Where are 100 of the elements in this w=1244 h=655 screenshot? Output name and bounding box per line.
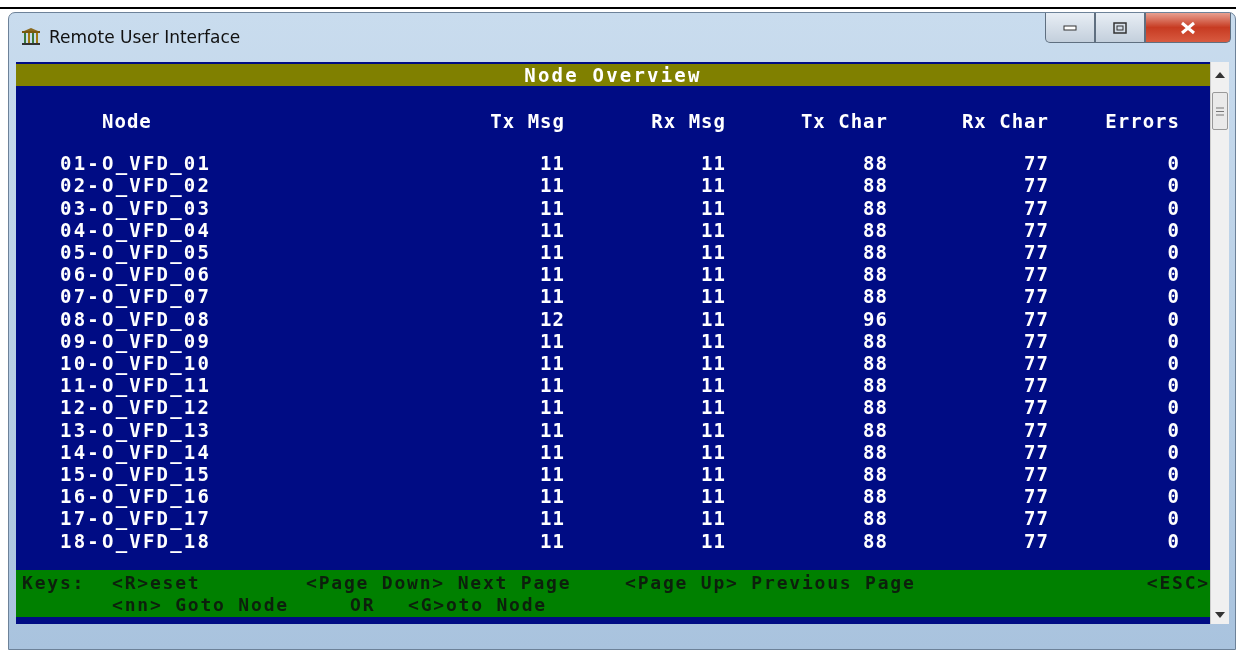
row-number: 02- bbox=[60, 174, 102, 197]
table-cell-text: 0 bbox=[1166, 241, 1180, 264]
table-cell-text: 96 bbox=[862, 307, 888, 330]
scrollbar[interactable] bbox=[1210, 62, 1229, 624]
key-hint: <ESC> bbox=[1146, 572, 1210, 594]
maximize-button[interactable] bbox=[1095, 13, 1145, 43]
table-cell-text: O_VFD_08 bbox=[102, 307, 213, 330]
table-cell-text: 88 bbox=[862, 285, 888, 308]
table-cell-text: O_VFD_17 bbox=[102, 507, 213, 530]
key-hint: <nn> Goto Node bbox=[112, 594, 290, 616]
table-cell-text: O_VFD_15 bbox=[102, 463, 213, 486]
table-cell-text: 88 bbox=[862, 418, 888, 441]
close-icon bbox=[1180, 20, 1196, 35]
table-cell-text: 11 bbox=[700, 463, 726, 486]
table-cell-text: 0 bbox=[1166, 218, 1180, 241]
row-number: 13- bbox=[60, 418, 102, 441]
table-cell-text: 11 bbox=[700, 507, 726, 530]
table-cell-text: 11 bbox=[700, 352, 726, 375]
table-cell-text: 77 bbox=[1023, 440, 1049, 464]
table-cell-text: 88 bbox=[862, 241, 888, 264]
table-cell-text: 77 bbox=[1023, 241, 1049, 264]
table-cell-text: 0 bbox=[1166, 174, 1180, 197]
table-cell-text: 12 bbox=[539, 307, 565, 330]
table-cell-text: 77 bbox=[1023, 463, 1049, 486]
scrollbar-thumb[interactable] bbox=[1212, 92, 1228, 130]
table-cell-text: 11 bbox=[700, 174, 726, 197]
table-cell-text: 11 bbox=[539, 174, 565, 197]
table-cell-text: 88 bbox=[862, 485, 888, 508]
row-number: 17- bbox=[60, 507, 102, 530]
table-cell-text: 11 bbox=[539, 418, 565, 441]
table-cell-text: 77 bbox=[1023, 218, 1049, 241]
table-cell-text: O_VFD_01 bbox=[102, 152, 213, 175]
table-cell-text: 0 bbox=[1166, 263, 1180, 286]
table-cell-text: 11 bbox=[539, 285, 565, 308]
table-cell-text: 0 bbox=[1166, 285, 1180, 308]
table-cell-text: 88 bbox=[862, 196, 888, 219]
table-cell-text: 0 bbox=[1166, 396, 1180, 419]
table-cell-text: 11 bbox=[539, 196, 565, 219]
minimize-button[interactable] bbox=[1045, 13, 1095, 43]
column-header: Rx Char bbox=[960, 110, 1049, 133]
column-header: Errors bbox=[1104, 110, 1180, 133]
table-cell-text: 77 bbox=[1023, 329, 1049, 353]
table-cell-text: 11 bbox=[700, 196, 726, 219]
table-cell-text: 0 bbox=[1166, 307, 1180, 330]
row-number: 15- bbox=[60, 463, 102, 486]
table-cell-text: 0 bbox=[1166, 440, 1180, 464]
table-cell-text: 0 bbox=[1166, 152, 1180, 175]
down-arrow-icon[interactable] bbox=[1215, 612, 1225, 618]
table-cell-text: O_VFD_07 bbox=[102, 285, 213, 308]
column-header: Tx Msg bbox=[489, 110, 565, 133]
table-cell-text: 0 bbox=[1166, 196, 1180, 219]
key-hint: OR bbox=[350, 594, 377, 616]
row-number: 12- bbox=[60, 396, 102, 419]
table-cell-text: 11 bbox=[700, 374, 726, 397]
table-cell-text: 77 bbox=[1023, 529, 1049, 552]
table-cell-text: 0 bbox=[1166, 329, 1180, 353]
table-cell-text: O_VFD_03 bbox=[102, 196, 213, 219]
column-header: Tx Char bbox=[799, 110, 888, 133]
table-cell-text: 88 bbox=[862, 218, 888, 241]
table-cell-text: O_VFD_16 bbox=[102, 485, 213, 508]
table-cell-text: 11 bbox=[700, 285, 726, 308]
row-number: 07- bbox=[60, 285, 102, 308]
row-number: 03- bbox=[60, 196, 102, 219]
table-cell-text: 11 bbox=[539, 329, 565, 353]
row-number: 06- bbox=[60, 263, 102, 286]
table-cell-text: 88 bbox=[862, 463, 888, 486]
table-cell-text: 0 bbox=[1166, 529, 1180, 552]
table-cell-text: 88 bbox=[862, 374, 888, 397]
table-cell-text: O_VFD_02 bbox=[102, 174, 213, 197]
window-title: Remote User Interface bbox=[49, 27, 241, 47]
minimize-icon bbox=[1063, 24, 1077, 31]
table-cell-text: 11 bbox=[700, 241, 726, 264]
column-header: Node bbox=[102, 110, 153, 133]
key-hint: <Page Down> Next Page bbox=[306, 572, 573, 594]
table-cell-text: 77 bbox=[1023, 196, 1049, 219]
table-cell-text: 88 bbox=[862, 152, 888, 175]
table-cell-text: 11 bbox=[700, 440, 726, 464]
screen-title: Node Overview bbox=[16, 64, 1210, 86]
table-cell-text: 0 bbox=[1166, 463, 1180, 486]
table-cell-text: 11 bbox=[700, 485, 726, 508]
table-cell-text: 11 bbox=[700, 218, 726, 241]
table-cell-text: 0 bbox=[1166, 485, 1180, 508]
table-cell-text: 11 bbox=[539, 263, 565, 286]
row-number: 04- bbox=[60, 218, 102, 241]
row-number: 14- bbox=[60, 440, 102, 464]
table-cell-text: 88 bbox=[862, 329, 888, 353]
table-cell-text: 0 bbox=[1166, 374, 1180, 397]
up-arrow-icon[interactable] bbox=[1215, 72, 1225, 78]
close-button[interactable] bbox=[1145, 13, 1231, 43]
table-cell-text: 77 bbox=[1023, 174, 1049, 197]
table-cell-text: 0 bbox=[1166, 352, 1180, 375]
table-cell-text: 11 bbox=[700, 529, 726, 552]
table-cell-text: 88 bbox=[862, 507, 888, 530]
key-hint: <Page Up> Previous Page bbox=[625, 572, 916, 594]
table-cell-text: 88 bbox=[862, 440, 888, 464]
table-cell-text: 77 bbox=[1023, 152, 1049, 175]
table-cell-text: 11 bbox=[539, 374, 565, 397]
table-cell-text: 77 bbox=[1023, 507, 1049, 530]
table-cell-text: 88 bbox=[862, 352, 888, 375]
key-hint: <R>eset bbox=[112, 572, 202, 594]
